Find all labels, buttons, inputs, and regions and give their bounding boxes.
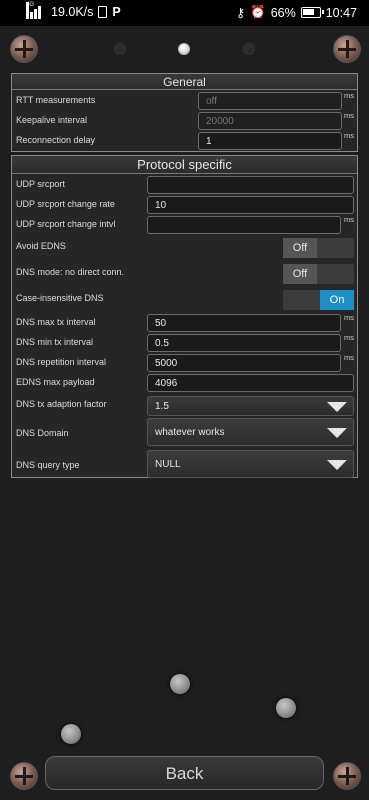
clock: 10:47: [325, 5, 357, 20]
dns-min-tx-field[interactable]: 0.5: [147, 334, 341, 352]
no-direct-toggle[interactable]: Off: [283, 264, 354, 284]
keepalive-field[interactable]: 20000: [198, 112, 342, 130]
udp-change-rate-label: UDP srcport change rate: [16, 199, 115, 209]
udp-srcport-row: UDP srcport: [12, 176, 357, 196]
dns-adapt-label: DNS tx adaption factor: [16, 399, 107, 409]
protocol-section: Protocol specific UDP srcport UDP srcpor…: [11, 155, 358, 478]
rtt-field[interactable]: off: [198, 92, 342, 110]
dns-domain-select[interactable]: whatever works: [147, 418, 354, 446]
ball-decoration: [61, 724, 81, 744]
ball-decoration: [170, 674, 190, 694]
keepalive-row: Keepalive interval 20000 ms: [12, 111, 357, 132]
dns-rep-unit: ms: [344, 353, 354, 362]
case-insensitive-label: Case-insensitive DNS: [16, 293, 104, 303]
reconnect-unit: ms: [344, 131, 354, 140]
dns-rep-field[interactable]: 5000: [147, 354, 341, 372]
edns-payload-field[interactable]: 4096: [147, 374, 354, 392]
keepalive-unit: ms: [344, 111, 354, 120]
udp-srcport-label: UDP srcport: [16, 179, 65, 189]
dns-query-row: DNS query type NULL: [12, 450, 357, 480]
page-indicator-dot-active[interactable]: [178, 43, 190, 55]
sim-icon: [98, 6, 108, 18]
udp-change-rate-row: UDP srcport change rate 10: [12, 196, 357, 216]
app-badge: P: [112, 5, 121, 19]
page-indicator-dot[interactable]: [243, 43, 255, 55]
dns-rep-label: DNS repetition interval: [16, 357, 107, 367]
battery-icon: [300, 7, 324, 18]
dns-adapt-select[interactable]: 1.5: [147, 396, 354, 416]
chevron-down-icon: [327, 460, 347, 470]
chevron-down-icon: [327, 428, 347, 438]
udp-srcport-field[interactable]: [147, 176, 354, 194]
protocol-title: Protocol specific: [12, 156, 357, 174]
dns-query-value: NULL: [155, 459, 181, 470]
dns-domain-label: DNS Domain: [16, 428, 69, 438]
rtt-row: RTT measurements off ms: [12, 91, 357, 112]
page-indicator-dot[interactable]: [114, 43, 126, 55]
ball-decoration: [276, 698, 296, 718]
case-insensitive-row: Case-insensitive DNS On: [12, 290, 357, 310]
udp-change-intvl-unit: ms: [344, 215, 354, 224]
dns-domain-value: whatever works: [155, 427, 225, 438]
udp-change-intvl-row: UDP srcport change intvl ms: [12, 215, 357, 236]
rtt-unit: ms: [344, 91, 354, 100]
rtt-label: RTT measurements: [16, 95, 96, 105]
dns-max-tx-unit: ms: [344, 313, 354, 322]
no-direct-row: DNS mode: no direct conn. Off: [12, 264, 357, 284]
dns-adapt-row: DNS tx adaption factor 1.5: [12, 396, 357, 416]
screw-icon: [10, 762, 38, 790]
dns-min-tx-label: DNS min tx interval: [16, 337, 94, 347]
dns-adapt-value: 1.5: [155, 401, 169, 412]
no-direct-state: Off: [283, 264, 317, 284]
avoid-edns-state: Off: [283, 238, 317, 258]
avoid-edns-row: Avoid EDNS Off: [12, 238, 357, 258]
screw-icon: [333, 762, 361, 790]
back-button[interactable]: Back: [45, 756, 324, 790]
dns-query-label: DNS query type: [16, 460, 80, 470]
network-speed: 19.0K/s: [51, 5, 94, 19]
dns-max-tx-label: DNS max tx interval: [16, 317, 96, 327]
no-direct-label: DNS mode: no direct conn.: [16, 267, 125, 277]
chevron-down-icon: [327, 402, 347, 412]
battery-percent: 66%: [270, 5, 296, 20]
signal-icon: 4G: [26, 2, 46, 19]
avoid-edns-label: Avoid EDNS: [16, 241, 66, 251]
case-insensitive-state: On: [320, 290, 354, 310]
dns-max-tx-row: DNS max tx interval 50 ms: [12, 313, 357, 334]
udp-change-intvl-field[interactable]: [147, 216, 341, 234]
app-panel: General RTT measurements off ms Keepaliv…: [0, 26, 369, 800]
status-bar: 4G 19.0K/s P ⚷ ⏰ 66% 10:47: [0, 0, 369, 26]
key-icon: ⚷: [235, 6, 246, 20]
dns-max-tx-field[interactable]: 50: [147, 314, 341, 332]
keepalive-label: Keepalive interval: [16, 115, 88, 125]
case-insensitive-toggle[interactable]: On: [283, 290, 354, 310]
general-section: General RTT measurements off ms Keepaliv…: [11, 73, 358, 152]
reconnect-label: Reconnection delay: [16, 135, 96, 145]
dns-min-tx-row: DNS min tx interval 0.5 ms: [12, 333, 357, 354]
alarm-icon: ⏰: [250, 5, 266, 19]
reconnect-row: Reconnection delay 1 ms: [12, 131, 357, 152]
dns-domain-row: DNS Domain whatever works: [12, 418, 357, 448]
screw-icon: [333, 35, 361, 63]
reconnect-field[interactable]: 1: [198, 132, 342, 150]
udp-change-intvl-label: UDP srcport change intvl: [16, 219, 116, 229]
edns-payload-row: EDNS max payload 4096: [12, 374, 357, 394]
edns-payload-label: EDNS max payload: [16, 377, 95, 387]
dns-query-select[interactable]: NULL: [147, 450, 354, 478]
general-title: General: [12, 74, 357, 90]
avoid-edns-toggle[interactable]: Off: [283, 238, 354, 258]
udp-change-rate-field[interactable]: 10: [147, 196, 354, 214]
screw-icon: [10, 35, 38, 63]
dns-rep-row: DNS repetition interval 5000 ms: [12, 353, 357, 374]
dns-min-tx-unit: ms: [344, 333, 354, 342]
